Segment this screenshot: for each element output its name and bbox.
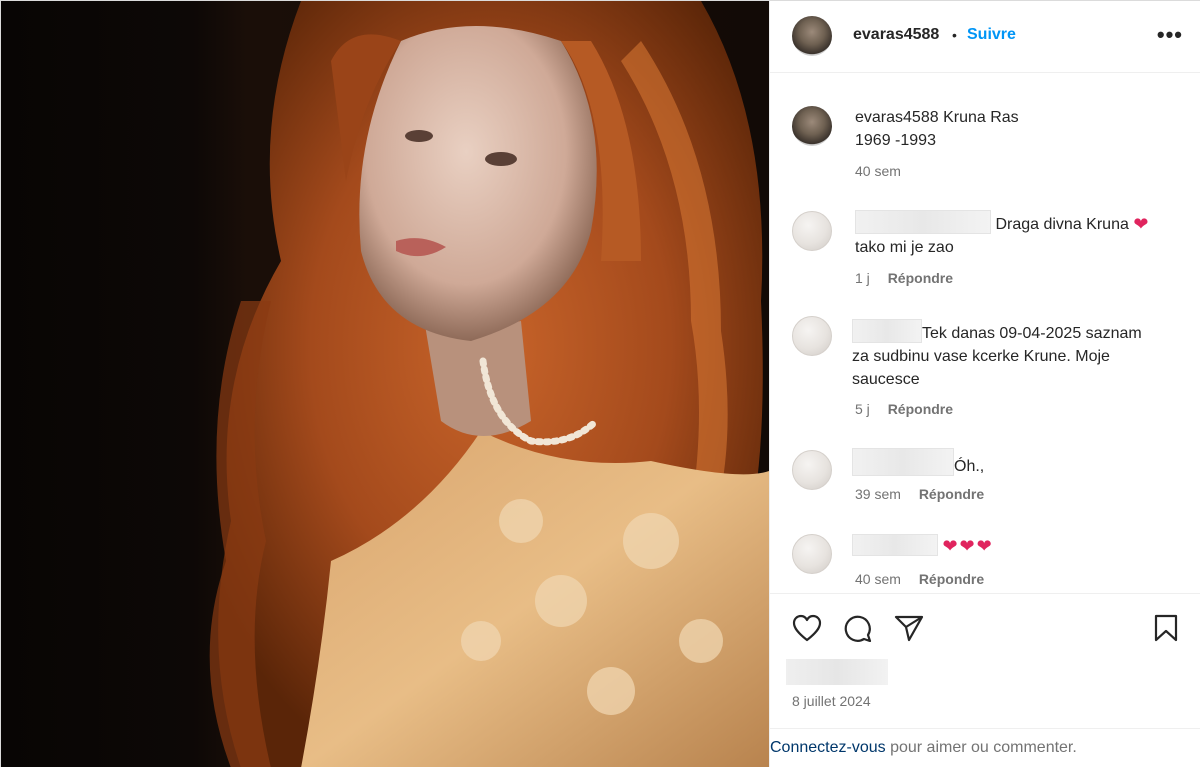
reply-button[interactable]: Répondre <box>919 486 984 502</box>
caption-time: 40 sem <box>855 163 901 179</box>
comment-time: 5 j <box>855 401 870 417</box>
reply-button[interactable]: Répondre <box>919 571 984 587</box>
comment-text: Tek danas 09-04-2025 saznam za sudbinu v… <box>852 319 1142 391</box>
caption-line2: 1969 -1993 <box>855 132 936 149</box>
post-photo <box>1 1 769 767</box>
login-prompt: Connectez-vous pour aimer ou commenter. <box>770 728 1200 767</box>
redacted-username <box>855 210 991 234</box>
post-modal: evaras4588 • Suivre ••• evaras4588 Kruna… <box>0 0 1200 767</box>
redacted-likes <box>786 659 888 685</box>
commenter-avatar[interactable] <box>792 450 832 490</box>
commenter-avatar[interactable] <box>792 211 832 251</box>
header-separator: • <box>952 27 957 43</box>
comment-meta: 40 sem Répondre <box>855 571 984 587</box>
reply-button[interactable]: Répondre <box>888 401 953 417</box>
caption-avatar[interactable] <box>792 106 832 146</box>
more-options-icon[interactable]: ••• <box>1157 24 1183 46</box>
comments-list[interactable]: evaras4588 Kruna Ras 1969 -1993 40 sem D… <box>770 74 1200 592</box>
post-header: evaras4588 • Suivre ••• <box>770 1 1200 73</box>
redacted-username <box>852 534 938 556</box>
hearts-emoji-icon: ❤❤❤ <box>942 536 994 556</box>
post-actions: 8 juillet 2024 Connectez-vous pour aimer… <box>770 593 1200 767</box>
post-date: 8 juillet 2024 <box>792 693 871 709</box>
comment-line3: saucesce <box>852 371 920 388</box>
comment-time: 1 j <box>855 270 870 286</box>
commenter-avatar[interactable] <box>792 534 832 574</box>
redacted-username <box>852 319 922 343</box>
comment-line2: tako mi je zao <box>855 239 954 256</box>
share-icon[interactable] <box>894 614 924 642</box>
comment-icon[interactable] <box>843 614 873 642</box>
comment-text: Óh., <box>852 448 984 478</box>
comment-meta: 1 j Répondre <box>855 270 953 286</box>
comment-meta: 5 j Répondre <box>855 401 953 417</box>
commenter-avatar[interactable] <box>792 316 832 356</box>
comment-line2: za sudbinu vase kcerke Krune. Moje <box>852 348 1110 365</box>
caption-username[interactable]: evaras4588 <box>855 109 939 126</box>
redacted-username <box>852 448 954 476</box>
comment-time: 39 sem <box>855 486 901 502</box>
comment-line1: Tek danas 09-04-2025 saznam <box>922 325 1142 342</box>
portrait-illustration <box>209 1 769 767</box>
follow-button[interactable]: Suivre <box>967 26 1016 44</box>
caption-line1: Kruna Ras <box>943 109 1019 126</box>
comment-line1: Draga divna Kruna <box>995 216 1129 233</box>
heart-emoji-icon: ❤ <box>1133 214 1149 234</box>
login-prompt-text: pour aimer ou commenter. <box>885 739 1077 756</box>
comment-text: ❤❤❤ <box>852 534 994 558</box>
caption-text: evaras4588 Kruna Ras 1969 -1993 <box>855 106 1019 152</box>
comment-time: 40 sem <box>855 571 901 587</box>
bookmark-icon[interactable] <box>1153 614 1179 642</box>
comment-text: Draga divna Kruna ❤ tako mi je zao <box>855 210 1148 259</box>
comment-line1: Óh., <box>954 458 985 475</box>
post-side-panel: evaras4588 • Suivre ••• evaras4588 Kruna… <box>769 1 1200 767</box>
author-username[interactable]: evaras4588 <box>853 26 939 44</box>
author-avatar[interactable] <box>792 16 832 56</box>
reply-button[interactable]: Répondre <box>888 270 953 286</box>
login-link[interactable]: Connectez-vous <box>770 739 886 756</box>
heart-icon[interactable] <box>792 614 822 642</box>
comment-meta: 39 sem Répondre <box>855 486 984 502</box>
